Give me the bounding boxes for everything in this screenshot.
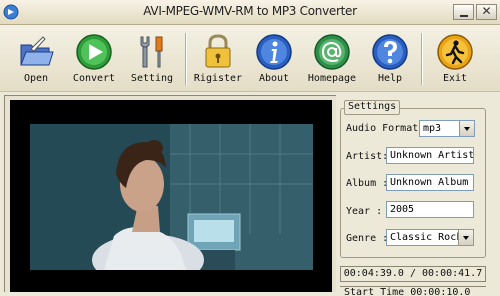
- artist-field[interactable]: Unknown Artist: [386, 147, 474, 164]
- video-frame-image: [30, 124, 313, 270]
- title-bar: AVI-MPEG-WMV-RM to MP3 Converter ✕: [0, 0, 500, 25]
- genre-select[interactable]: Classic Rock: [386, 229, 474, 246]
- exit-running-man-icon: [437, 34, 473, 70]
- help-label: Help: [377, 73, 403, 84]
- audio-format-select[interactable]: mp3: [419, 120, 475, 137]
- info-icon: [256, 34, 292, 70]
- exit-button[interactable]: Exit: [425, 25, 485, 91]
- open-button[interactable]: Open: [6, 25, 66, 91]
- minimize-button[interactable]: [453, 4, 474, 20]
- genre-value: Classic Rock: [390, 232, 463, 243]
- open-folder-icon: [20, 36, 54, 66]
- year-field[interactable]: 2005: [386, 201, 474, 218]
- album-label: Album :: [346, 178, 389, 189]
- chevron-down-icon[interactable]: [459, 121, 474, 136]
- help-button[interactable]: Help: [360, 25, 420, 91]
- question-icon: [372, 34, 408, 70]
- convert-button[interactable]: Convert: [64, 25, 124, 91]
- time-display: 00:04:39.0 / 00:00:41.7: [340, 266, 486, 282]
- close-button[interactable]: ✕: [476, 4, 497, 20]
- play-convert-icon: [76, 34, 112, 70]
- at-sign-icon: [314, 34, 350, 70]
- year-label: Year :: [346, 206, 383, 217]
- video-scene-illustration: [30, 124, 313, 270]
- window-title: AVI-MPEG-WMV-RM to MP3 Converter: [143, 4, 357, 18]
- toolbar: Open Convert Setting Rigister About Home…: [0, 25, 500, 92]
- exit-label: Exit: [442, 73, 468, 84]
- wrench-screwdriver-icon: [140, 36, 163, 68]
- genre-label: Genre :: [346, 233, 389, 244]
- settings-legend: Settings: [344, 100, 401, 115]
- about-button[interactable]: About: [244, 25, 304, 91]
- album-field[interactable]: Unknown Album: [386, 174, 474, 191]
- artist-label: Artist:: [346, 151, 389, 162]
- start-time-display: Start Time 00:00:10.0: [340, 286, 486, 296]
- setting-label: Setting: [130, 73, 174, 84]
- register-button[interactable]: Rigister: [188, 25, 248, 91]
- padlock-icon: [205, 34, 231, 68]
- setting-button[interactable]: Setting: [122, 25, 182, 91]
- audio-format-label: Audio Format:: [346, 123, 425, 134]
- homepage-button[interactable]: Homepage: [302, 25, 362, 91]
- audio-format-value: mp3: [423, 123, 442, 134]
- chevron-down-icon[interactable]: [458, 230, 473, 245]
- video-preview[interactable]: [10, 100, 332, 292]
